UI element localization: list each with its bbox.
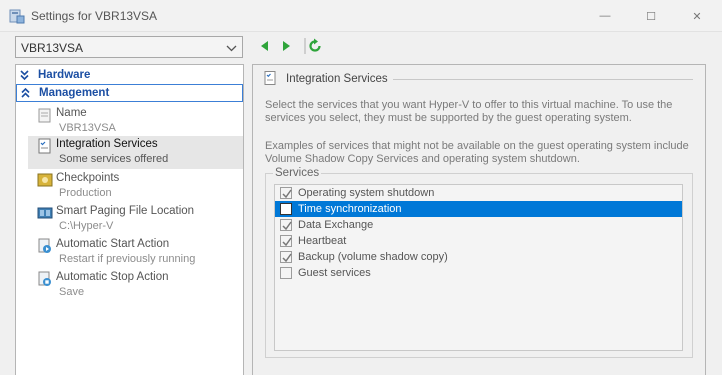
sidebar-item-label: Automatic Stop Action [56,271,169,283]
previous-arrow-icon[interactable] [257,38,273,54]
category-label: Management [39,87,110,99]
integration-services-icon [37,138,53,154]
sidebar-item-integration-services[interactable]: Integration Services Some services offer… [28,136,243,169]
sidebar-item-subtitle: C:\Hyper-V [59,220,114,232]
description-text: Examples of services that might not be a… [265,140,689,165]
sidebar-item-checkpoints[interactable]: Checkpoints Production [16,170,243,203]
settings-detail-pane: Integration Services Select the services… [252,64,706,375]
expanded-chevron-icon [21,87,30,99]
service-label: Guest services [298,267,371,279]
category-label: Hardware [38,69,91,81]
service-label: Time synchronization [298,203,402,215]
sidebar-item-smart-paging[interactable]: Smart Paging File Location C:\Hyper-V [16,203,243,236]
sidebar-item-subtitle: Save [59,286,85,298]
service-item-data-exchange[interactable]: Data Exchange [275,217,682,233]
service-checkbox[interactable] [280,187,292,199]
service-label: Data Exchange [298,219,374,231]
collapsed-chevron-icon [20,70,29,81]
services-legend: Services [273,167,322,179]
close-button[interactable]: ✕ [674,0,720,32]
sidebar-item-label: Automatic Start Action [56,238,170,250]
auto-stop-icon [37,271,53,287]
service-label: Backup (volume shadow copy) [298,251,448,263]
checkpoints-icon [37,172,53,188]
vm-selector-value: VBR13VSA [21,41,84,55]
description-text: Select the services that you want Hyper-… [265,99,673,124]
section-divider [393,79,693,80]
toolbar-separator [304,38,306,54]
auto-start-icon [37,238,53,254]
window-title: Settings for VBR13VSA [31,9,158,23]
sidebar-item-label: Smart Paging File Location [56,205,195,217]
minimize-button[interactable]: — [582,0,628,32]
service-checkbox[interactable] [280,219,292,231]
category-management[interactable]: Management [16,84,243,102]
sidebar-item-name[interactable]: Name VBR13VSA [16,105,243,138]
sidebar-item-subtitle: Restart if previously running [59,253,196,265]
refresh-icon[interactable] [307,38,323,54]
section-header: Integration Services [253,65,705,89]
sidebar-item-automatic-stop[interactable]: Automatic Stop Action Save [16,269,243,302]
sidebar-item-label: Integration Services [56,138,158,150]
service-checkbox[interactable] [280,235,292,247]
next-arrow-icon[interactable] [278,38,294,54]
name-icon [37,107,53,123]
sidebar-item-automatic-start[interactable]: Automatic Start Action Restart if previo… [16,236,243,269]
settings-app-icon [9,8,25,24]
service-item-heartbeat[interactable]: Heartbeat [275,233,682,249]
sidebar-item-label: Name [56,107,87,119]
maximize-button[interactable]: ☐ [628,0,674,32]
smart-paging-icon [37,205,53,221]
service-checkbox[interactable] [280,267,292,279]
sidebar-item-subtitle: Some services offered [59,153,169,165]
integration-services-icon [264,71,277,85]
sidebar-item-label: Checkpoints [56,172,120,184]
service-item-guest-services[interactable]: Guest services [275,265,682,281]
toolbar: VBR13VSA [0,33,722,62]
service-label: Operating system shutdown [298,187,435,199]
section-title: Integration Services [286,73,388,85]
sidebar-item-subtitle: Production [59,187,112,199]
settings-navigation-pane: Hardware Management Name VBR13VSA Integr… [15,64,244,375]
service-checkbox[interactable] [280,251,292,263]
services-group: Services Operating system shutdown Time … [265,167,693,358]
category-hardware[interactable]: Hardware [16,67,243,84]
service-item-time-sync[interactable]: Time synchronization [275,201,682,217]
service-label: Heartbeat [298,235,347,247]
services-list: Operating system shutdown Time synchroni… [274,184,683,351]
title-bar: Settings for VBR13VSA — ☐ ✕ [0,0,722,32]
service-item-backup[interactable]: Backup (volume shadow copy) [275,249,682,265]
sidebar-item-subtitle: VBR13VSA [59,122,116,134]
chevron-down-icon [226,43,237,52]
service-item-os-shutdown[interactable]: Operating system shutdown [275,185,682,201]
service-checkbox[interactable] [280,203,292,215]
vm-selector-dropdown[interactable]: VBR13VSA [15,36,243,58]
